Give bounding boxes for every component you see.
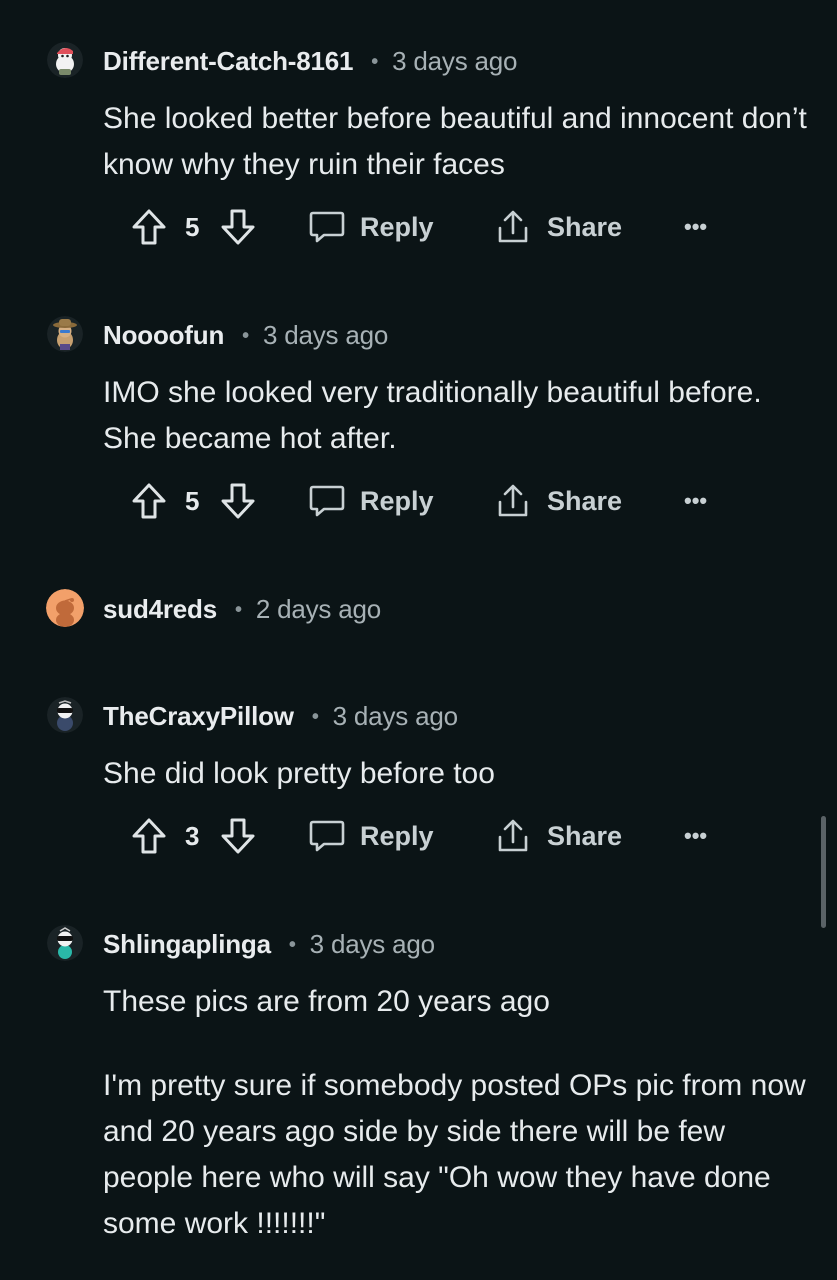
vote-count: 5 xyxy=(185,211,200,242)
share-label: Share xyxy=(547,485,623,516)
more-options-button[interactable]: ••• xyxy=(684,811,707,861)
comment-bubble-icon xyxy=(308,208,346,246)
username[interactable]: sud4reds xyxy=(103,594,217,624)
share-button[interactable]: Share xyxy=(494,476,622,526)
separator-dot: • xyxy=(311,706,319,728)
comment-text: She looked better before beautiful and i… xyxy=(103,102,807,181)
share-button[interactable]: Share xyxy=(494,202,622,252)
reply-button[interactable]: Reply xyxy=(308,811,434,861)
username[interactable]: TheCraxyPillow xyxy=(103,701,294,731)
user-avatar-icon[interactable] xyxy=(47,697,83,733)
username[interactable]: Shlingaplinga xyxy=(103,929,271,959)
comment-bubble-icon xyxy=(308,482,346,520)
more-options-icon: ••• xyxy=(684,488,708,513)
share-button[interactable]: Share xyxy=(494,811,622,861)
comment-text: IMO she looked very traditionally beauti… xyxy=(103,376,762,455)
comment-body: IMO she looked very traditionally beauti… xyxy=(103,370,813,462)
more-options-icon: ••• xyxy=(684,823,708,848)
separator-dot: • xyxy=(288,934,296,956)
vote-count: 3 xyxy=(185,820,200,851)
upvote-icon xyxy=(131,481,167,521)
comment-text: I'm pretty sure if somebody posted OPs p… xyxy=(103,1069,806,1240)
downvote-icon xyxy=(220,816,256,856)
comment-thread: Different-Catch-8161 • 3 days ago She look… xyxy=(0,0,837,1280)
timestamp: 3 days ago xyxy=(332,701,458,731)
downvote-icon xyxy=(220,207,256,247)
username[interactable]: Different-Catch-8161 xyxy=(103,46,353,76)
downvote-icon xyxy=(220,481,256,521)
separator-dot: • xyxy=(371,51,379,73)
reply-label: Reply xyxy=(360,485,434,516)
comment-body: She looked better before beautiful and i… xyxy=(103,96,813,188)
share-label: Share xyxy=(547,820,623,851)
upvote-icon xyxy=(131,816,167,856)
comment-actions: 5 Reply Share ••• xyxy=(0,476,837,526)
timestamp: 3 days ago xyxy=(262,320,389,350)
upvote-button[interactable] xyxy=(131,202,167,252)
scrollbar[interactable] xyxy=(821,816,826,928)
upvote-button[interactable] xyxy=(131,476,167,526)
vote-count: 5 xyxy=(185,485,200,516)
user-avatar-icon[interactable] xyxy=(47,925,83,961)
share-label: Share xyxy=(547,211,623,242)
separator-dot: • xyxy=(242,325,249,347)
comment-body: She did look pretty before too xyxy=(103,751,813,797)
more-options-icon: ••• xyxy=(684,214,708,239)
reply-button[interactable]: Reply xyxy=(308,476,434,526)
timestamp: 3 days ago xyxy=(309,929,435,959)
reply-label: Reply xyxy=(360,211,434,242)
downvote-button[interactable] xyxy=(220,811,256,861)
comment-text: She did look pretty before too xyxy=(103,757,495,790)
separator-dot: • xyxy=(235,599,242,621)
comment-header: Different-Catch-8161 • 3 days ago xyxy=(0,40,837,80)
timestamp: 2 days ago xyxy=(255,594,382,624)
comment-header: sud4reds • 2 days ago xyxy=(0,588,837,628)
user-avatar-icon[interactable] xyxy=(46,589,84,627)
share-icon xyxy=(494,208,532,246)
reply-button[interactable]: Reply xyxy=(308,202,434,252)
timestamp: 3 days ago xyxy=(392,46,518,76)
reply-label: Reply xyxy=(360,820,434,851)
username[interactable]: Noooofun xyxy=(103,320,224,350)
comment-bubble-icon xyxy=(308,817,346,855)
more-options-button[interactable]: ••• xyxy=(684,476,707,526)
comment-header: TheCraxyPillow • 3 days ago xyxy=(0,695,837,735)
user-avatar-icon[interactable] xyxy=(47,42,83,78)
user-avatar-icon[interactable] xyxy=(47,316,83,352)
upvote-button[interactable] xyxy=(131,811,167,861)
downvote-button[interactable] xyxy=(220,476,256,526)
comment-header: Noooofun • 3 days ago xyxy=(0,314,837,354)
comment-text: These pics are from 20 years ago xyxy=(103,985,550,1018)
comment-actions: 5 Reply Share ••• xyxy=(0,202,837,252)
share-icon xyxy=(494,817,532,855)
more-options-button[interactable]: ••• xyxy=(684,202,707,252)
comment-actions: 3 Reply Share ••• xyxy=(0,811,837,861)
comment-header: Shlingaplinga • 3 days ago xyxy=(0,923,837,963)
upvote-icon xyxy=(131,207,167,247)
share-icon xyxy=(494,482,532,520)
comment-body: These pics are from 20 years ago I'm pre… xyxy=(103,979,813,1247)
downvote-button[interactable] xyxy=(220,202,256,252)
